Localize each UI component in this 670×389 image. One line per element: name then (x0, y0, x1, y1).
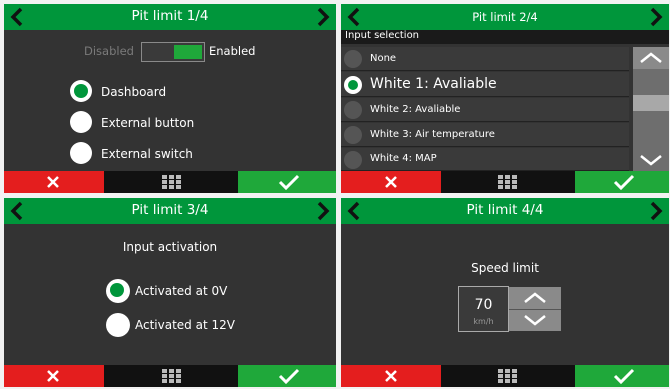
x-icon (47, 370, 59, 382)
confirm-button[interactable] (575, 365, 669, 387)
panel-title: Pit limit 1/4 (131, 8, 209, 24)
list-item-white-3[interactable]: White 3: Air temperature (341, 123, 629, 147)
x-icon (47, 176, 59, 188)
list-item-label: White 1: Avaliable (370, 76, 497, 92)
panel-title: Pit limit 3/4 (131, 202, 209, 218)
panel-footer (4, 171, 336, 193)
option-label: Activated at 0V (135, 284, 228, 298)
radio-dashboard[interactable] (70, 80, 92, 102)
pit-limit-panel-2: Pit limit 2/4 Input selection None White… (341, 4, 669, 193)
panel-footer (341, 171, 669, 193)
pit-limit-panel-3: Pit limit 3/4 Input activation Activated… (4, 198, 336, 387)
panel-header: Pit limit 2/4 (341, 4, 669, 30)
next-arrow-icon[interactable] (649, 7, 663, 27)
scroll-up-button[interactable] (633, 47, 669, 69)
chevron-down-icon (640, 155, 662, 166)
grid-menu-icon[interactable] (498, 175, 517, 189)
grid-menu-icon[interactable] (498, 369, 517, 383)
next-arrow-icon[interactable] (649, 201, 663, 221)
increment-button[interactable] (509, 287, 561, 309)
radio-external-switch[interactable] (70, 142, 92, 164)
list-item-white-1[interactable]: White 1: Avaliable (341, 72, 629, 97)
list-item-label: White 3: Air temperature (370, 129, 495, 140)
section-heading: Speed limit (471, 261, 539, 275)
list-item-none[interactable]: None (341, 47, 629, 71)
scroll-down-button[interactable] (633, 149, 669, 171)
option-label: External button (101, 116, 195, 130)
cancel-button[interactable] (4, 365, 104, 387)
section-heading: Input activation (122, 240, 218, 254)
panel-footer (4, 365, 336, 387)
radio-activated-0v[interactable] (106, 279, 130, 303)
checkmark-icon (278, 174, 300, 190)
cancel-button[interactable] (341, 171, 441, 193)
panel-title: Pit limit 4/4 (466, 202, 544, 218)
option-label: Activated at 12V (135, 318, 235, 332)
toggle-knob (174, 45, 202, 59)
enable-toggle[interactable] (141, 42, 205, 62)
cancel-button[interactable] (4, 171, 104, 193)
confirm-button[interactable] (575, 171, 669, 193)
speed-limit-value: 70 (474, 297, 493, 313)
panel-header: Pit limit 1/4 (4, 4, 336, 30)
checkmark-icon (613, 368, 635, 384)
grid-menu-icon[interactable] (162, 369, 181, 383)
chevron-down-icon (524, 315, 546, 326)
option-label: Dashboard (101, 85, 167, 99)
chevron-up-icon (640, 52, 662, 63)
radio-activated-12v[interactable] (106, 313, 130, 337)
radio-indicator (344, 50, 362, 68)
panel-footer (341, 365, 669, 387)
option-label: External switch (101, 147, 193, 161)
pit-limit-panel-4: Pit limit 4/4 Speed limit 70 km/h (341, 198, 669, 387)
radio-indicator (344, 101, 362, 119)
radio-indicator (344, 126, 362, 144)
radio-external-button[interactable] (70, 111, 92, 133)
list-item-white-2[interactable]: White 2: Avaliable (341, 98, 629, 122)
checkmark-icon (613, 174, 635, 190)
chevron-up-icon (524, 292, 546, 303)
confirm-button[interactable] (238, 171, 336, 193)
list-subtitle: Input selection (345, 30, 420, 41)
next-arrow-icon[interactable] (316, 201, 330, 221)
x-icon (385, 176, 397, 188)
toggle-on-label: Enabled (209, 44, 256, 58)
next-arrow-icon[interactable] (316, 7, 330, 27)
cancel-button[interactable] (341, 365, 441, 387)
list-scrollbar[interactable] (633, 47, 669, 171)
grid-menu-icon[interactable] (162, 175, 181, 189)
panel-header: Pit limit 3/4 (4, 198, 336, 224)
panel-header: Pit limit 4/4 (341, 198, 669, 224)
pit-limit-panel-1: Pit limit 1/4 Disabled Enabled Dashboard… (4, 4, 336, 193)
list-item-label: None (370, 53, 397, 64)
confirm-button[interactable] (238, 365, 336, 387)
radio-indicator (344, 151, 362, 169)
speed-limit-unit: km/h (473, 317, 494, 326)
scroll-thumb[interactable] (633, 95, 669, 111)
panel-title: Pit limit 2/4 (472, 10, 538, 24)
checkmark-icon (278, 368, 300, 384)
radio-indicator (344, 76, 362, 94)
speed-limit-field[interactable]: 70 km/h (458, 286, 509, 332)
list-item-label: White 2: Avaliable (370, 104, 461, 115)
toggle-off-label: Disabled (84, 44, 134, 58)
decrement-button[interactable] (509, 309, 561, 331)
list-item-label: White 4: MAP (370, 153, 437, 164)
list-item-white-4[interactable]: White 4: MAP (341, 148, 629, 171)
x-icon (385, 370, 397, 382)
list-subtitle-bar: Input selection (341, 30, 669, 44)
